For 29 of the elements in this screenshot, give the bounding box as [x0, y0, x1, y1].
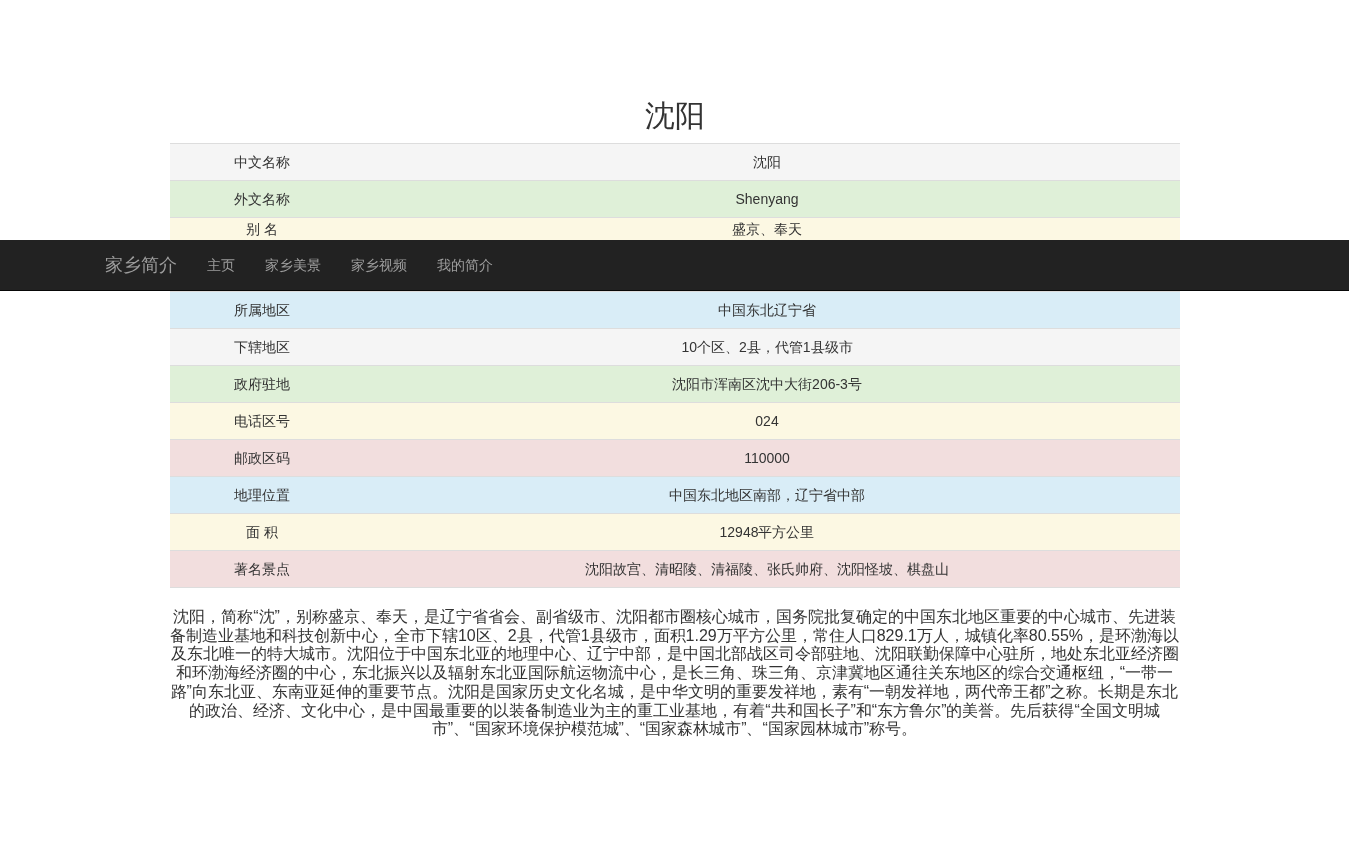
- row-label: 下辖地区: [234, 338, 290, 357]
- row-value: 12948平方公里: [719, 523, 815, 542]
- row-label: 电话区号: [234, 412, 290, 431]
- brand-link[interactable]: 家乡简介: [104, 240, 192, 290]
- row-value: 110000: [744, 449, 790, 468]
- nav-link[interactable]: 家乡视频: [335, 240, 422, 290]
- row-label: 著名景点: [234, 560, 290, 579]
- row-value: 沈阳故宫、清昭陵、清福陵、张氏帅府、沈阳怪坡、棋盘山: [585, 560, 949, 579]
- row-value: 中国东北地区南部，辽宁省中部: [669, 486, 865, 505]
- row-label: 所属地区: [234, 301, 290, 320]
- row-label: 别 名: [246, 220, 278, 239]
- row-value: 024: [755, 412, 779, 431]
- row-value: 沈阳: [753, 153, 781, 172]
- row-value: 中国东北辽宁省: [718, 301, 816, 320]
- row-label: 邮政区码: [234, 449, 290, 468]
- row-label: 地理位置: [234, 486, 290, 505]
- row-label: 政府驻地: [234, 375, 290, 394]
- nav-link[interactable]: 家乡美景: [249, 240, 336, 290]
- nav-link[interactable]: 主页: [191, 240, 250, 290]
- page-title: 沈阳: [644, 99, 705, 132]
- row-label: 外文名称: [234, 190, 290, 209]
- row-value: 盛京、奉天: [732, 220, 802, 239]
- row-label: 面 积: [246, 523, 278, 542]
- row-value: Shenyang: [735, 190, 799, 209]
- description-paragraph: 沈阳，简称“沈”，别称盛京、奉天，是辽宁省省会、副省级市、沈阳都市圈核心城市，国务院批复确定的中国东北地区重要的中心城市、先进装备制造业基地和科技创新中心，全市下辖10区、2县，代管1县级市，面积1.29万平方公里，常住人口829.1万人，城镇化率80.55%，是环渤海以及东北唯一的特大城市。沈阳位于中国东北亚的地理中心、辽宁中部，是中国北部战区司令部驻地、沈阳联勤保障中心驻所，地处东北亚经济圈和环渤海经济圈的中心，东北振兴以及辐射东北亚国际航运物流中心，是长三角、珠三角、京津冀地区通往关东地区的综合交通枢纽，“一带一路”向东北亚、东南亚延伸的重要节点。沈阳是国家历史文化名城，是中华文明的重要发祥地，素有“一朝发祥地，两代帝王都”之称。长期是东北的政治、经济、文化中心，是中国最重要的以装备制造业为主的重工业基地，有着“共和国长子”和“东方鲁尔”的美誉。先后获得“全国文明城市”、“国家环境保护模范城”、“国家森林城市”、“国家园林城市”称号。: [169, 608, 1180, 739]
- row-label: 中文名称: [234, 153, 290, 172]
- nav-link[interactable]: 我的简介: [421, 240, 508, 290]
- row-value: 沈阳市浑南区沈中大街206-3号: [672, 375, 862, 394]
- row-value: 10个区、2县，代管1县级市: [681, 338, 853, 357]
